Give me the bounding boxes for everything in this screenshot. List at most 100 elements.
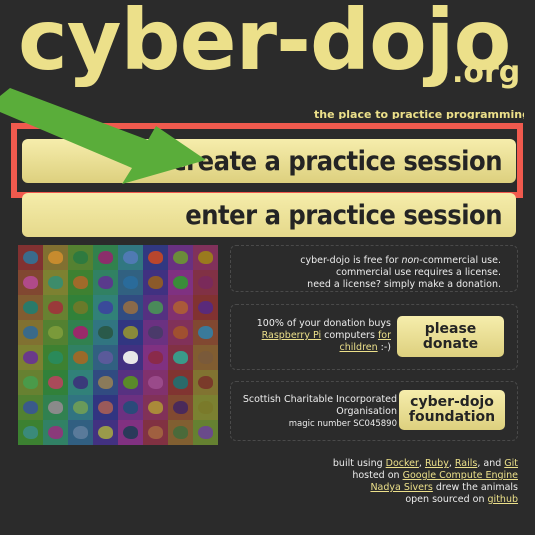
docker-link[interactable]: Docker <box>386 458 419 469</box>
animal-icon <box>48 401 63 414</box>
animal-tile[interactable] <box>68 420 93 445</box>
animal-tile[interactable] <box>43 345 68 370</box>
animal-icon <box>148 426 163 439</box>
animal-tile[interactable] <box>118 245 143 270</box>
animal-tile[interactable] <box>193 295 218 320</box>
credits-line-1: built using Docker, Ruby, Rails, and Git <box>332 458 518 469</box>
animal-tile[interactable] <box>93 345 118 370</box>
animal-tile[interactable] <box>93 395 118 420</box>
animal-tile[interactable] <box>93 370 118 395</box>
animal-tile[interactable] <box>168 395 193 420</box>
animal-icon <box>173 326 188 339</box>
animal-tile[interactable] <box>43 395 68 420</box>
animal-tile[interactable] <box>68 370 93 395</box>
animal-icon <box>173 276 188 289</box>
animal-tile[interactable] <box>18 345 43 370</box>
animal-tile[interactable] <box>143 370 168 395</box>
animal-icon <box>48 326 63 339</box>
animal-tile[interactable] <box>168 270 193 295</box>
animal-tile[interactable] <box>43 295 68 320</box>
animal-icon <box>123 301 138 314</box>
raspberry-pi-link[interactable]: Raspberry Pi <box>262 330 322 341</box>
animal-tile[interactable] <box>93 245 118 270</box>
animal-tile[interactable] <box>193 270 218 295</box>
animal-tile[interactable] <box>168 245 193 270</box>
animal-tile[interactable] <box>68 395 93 420</box>
animal-icon <box>23 301 38 314</box>
animal-tile[interactable] <box>143 320 168 345</box>
animal-tile[interactable] <box>168 295 193 320</box>
animal-tile[interactable] <box>168 420 193 445</box>
animal-tile[interactable] <box>18 420 43 445</box>
arrow-icon <box>0 88 206 184</box>
animal-icon <box>148 326 163 339</box>
animal-tile[interactable] <box>118 320 143 345</box>
credits-line-2: hosted on Google Compute Engine <box>352 470 518 481</box>
animal-icon <box>198 276 213 289</box>
animal-tile[interactable] <box>168 345 193 370</box>
animal-tile[interactable] <box>68 270 93 295</box>
animal-tile[interactable] <box>68 295 93 320</box>
animal-tile[interactable] <box>143 270 168 295</box>
animal-icon <box>48 301 63 314</box>
animal-tile[interactable] <box>43 245 68 270</box>
animal-tile[interactable] <box>68 320 93 345</box>
animal-tile[interactable] <box>143 395 168 420</box>
animal-tile[interactable] <box>43 420 68 445</box>
animal-tile[interactable] <box>93 270 118 295</box>
animal-icon <box>148 301 163 314</box>
enter-session-button[interactable]: enter a practice session <box>22 193 516 237</box>
animal-tile[interactable] <box>18 295 43 320</box>
animal-icon <box>173 301 188 314</box>
animal-tile[interactable] <box>93 320 118 345</box>
animal-icon <box>48 351 63 364</box>
ruby-link[interactable]: Ruby <box>425 458 449 469</box>
animal-tile[interactable] <box>143 295 168 320</box>
animal-tile[interactable] <box>143 245 168 270</box>
animal-tile[interactable] <box>68 345 93 370</box>
animal-tile[interactable] <box>143 420 168 445</box>
animal-tile[interactable] <box>168 370 193 395</box>
animal-tile[interactable] <box>43 270 68 295</box>
animal-tile[interactable] <box>93 295 118 320</box>
animal-tile[interactable] <box>193 345 218 370</box>
animal-icon <box>73 251 88 264</box>
animal-tile[interactable] <box>168 320 193 345</box>
animal-tile[interactable] <box>118 370 143 395</box>
animal-tile[interactable] <box>193 420 218 445</box>
animal-tile[interactable] <box>18 370 43 395</box>
animal-tile[interactable] <box>193 395 218 420</box>
animal-tile[interactable] <box>43 320 68 345</box>
animal-icon <box>23 376 38 389</box>
animal-tile[interactable] <box>43 370 68 395</box>
foundation-line-3: magic number SC045890 <box>288 419 397 429</box>
nadya-link[interactable]: Nadya Sivers <box>370 482 432 493</box>
animal-tile[interactable] <box>118 395 143 420</box>
animal-tile[interactable] <box>18 395 43 420</box>
rails-link[interactable]: Rails <box>455 458 477 469</box>
animal-tile[interactable] <box>18 320 43 345</box>
animal-tile[interactable] <box>118 345 143 370</box>
gce-link[interactable]: Google Compute Engine <box>403 470 518 481</box>
foundation-button[interactable]: cyber-dojo foundation <box>399 390 505 430</box>
animal-tile[interactable] <box>118 295 143 320</box>
animal-icon <box>198 301 213 314</box>
github-link[interactable]: github <box>488 494 518 505</box>
animal-icon <box>198 326 213 339</box>
foundation-panel: Scottish Charitable Incorporated Organis… <box>230 381 518 441</box>
animal-tile[interactable] <box>193 370 218 395</box>
donate-button[interactable]: please donate <box>397 316 504 357</box>
children-link[interactable]: children <box>340 342 378 353</box>
animal-tile[interactable] <box>118 420 143 445</box>
animal-tile[interactable] <box>143 345 168 370</box>
animal-tile[interactable] <box>193 245 218 270</box>
animal-tile[interactable] <box>193 320 218 345</box>
git-link[interactable]: Git <box>504 458 518 469</box>
animal-tile[interactable] <box>68 245 93 270</box>
animal-tile[interactable] <box>118 270 143 295</box>
animal-tile[interactable] <box>93 420 118 445</box>
animal-tile[interactable] <box>18 245 43 270</box>
animal-tile[interactable] <box>18 270 43 295</box>
free-line-3: need a license? simply make a donation. <box>307 279 501 290</box>
for-link[interactable]: for <box>378 330 391 341</box>
